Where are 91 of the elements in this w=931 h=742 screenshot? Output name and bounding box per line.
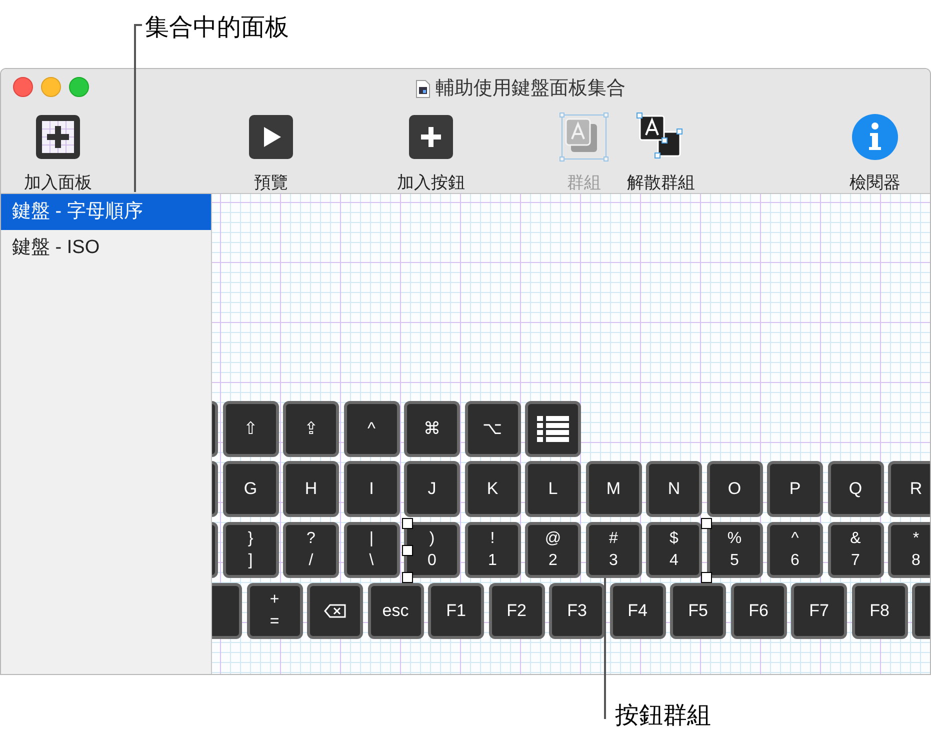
key-top-label: ): [429, 529, 435, 549]
toolbar-button[interactable]: 檢閱器: [835, 111, 915, 193]
key[interactable]: H: [283, 461, 339, 517]
key[interactable]: # 3: [586, 522, 642, 578]
toolbar-button[interactable]: 解散群組: [626, 111, 696, 193]
key[interactable]: [525, 401, 581, 457]
key[interactable]: Q: [828, 461, 884, 517]
key[interactable]: O: [706, 461, 762, 517]
key[interactable]: F3: [549, 583, 605, 639]
key[interactable]: $ 4: [646, 522, 702, 578]
sidebar-item[interactable]: 鍵盤 - 字母順序: [1, 194, 211, 230]
selection-handle[interactable]: [701, 572, 712, 583]
key-bottom-label: ]: [248, 551, 253, 571]
key-top-label: !: [490, 529, 495, 549]
key[interactable]: ! 1: [464, 522, 520, 578]
key-top-label: @: [544, 529, 562, 549]
key-bottom-label: 3: [609, 551, 618, 571]
sidebar-item[interactable]: 鍵盤 - ISO: [1, 230, 211, 266]
callout-label: 按鈕群組: [615, 701, 711, 731]
info-icon: [851, 113, 899, 161]
window-title: 輔助使用鍵盤面板集合: [436, 76, 626, 101]
delete-icon: [324, 604, 346, 618]
group-icon: [559, 112, 609, 162]
key-bottom-label: =: [270, 612, 280, 632]
key[interactable]: F5: [670, 583, 726, 639]
key[interactable]: [307, 583, 363, 639]
key[interactable]: esc: [368, 583, 424, 639]
toolbar-button[interactable]: 預覽: [231, 111, 311, 193]
key[interactable]: * 8: [888, 522, 930, 578]
key[interactable]: J: [404, 461, 460, 517]
key[interactable]: + =: [246, 583, 302, 639]
key[interactable]: & 7: [828, 522, 884, 578]
key[interactable]: L: [525, 461, 581, 517]
key-bottom-label: 5: [730, 551, 739, 571]
plus-icon: [408, 114, 454, 160]
add-panel-icon: [35, 114, 81, 160]
key-top-label: |: [369, 529, 374, 549]
key-bottom-label: \: [369, 551, 374, 571]
key-bottom-label: 2: [548, 551, 558, 571]
key[interactable]: F6: [730, 583, 786, 639]
key[interactable]: I: [344, 461, 400, 517]
toolbar-button[interactable]: 加入按鈕: [391, 111, 471, 193]
key[interactable]: % 5: [706, 522, 762, 578]
key-top-label: }: [248, 529, 254, 549]
key[interactable]: F4: [610, 583, 666, 639]
key-bottom-label: 0: [428, 551, 436, 571]
key-top-label: $: [670, 529, 678, 549]
key[interactable]: ⇧: [222, 401, 278, 457]
key[interactable]: M: [586, 461, 642, 517]
key[interactable]: R: [888, 461, 930, 517]
play-icon: [248, 114, 294, 160]
key[interactable]: ^: [344, 401, 400, 457]
key-bottom-label: 7: [851, 551, 860, 571]
selection-handle[interactable]: [701, 518, 712, 529]
key[interactable]: ^ 6: [767, 522, 823, 578]
key-top-label: ?: [306, 529, 316, 549]
key-bottom-label: 1: [488, 551, 497, 571]
selection-handle[interactable]: [402, 545, 413, 556]
key-top-label: #: [609, 529, 618, 549]
key-top-label: *: [912, 529, 920, 549]
key-bottom-label: /: [308, 551, 314, 571]
close-button[interactable]: [13, 77, 33, 97]
key-bottom-label: 8: [912, 551, 920, 571]
key[interactable]: ⇪: [283, 401, 339, 457]
key[interactable]: P: [767, 461, 823, 517]
key-top-label: +: [270, 590, 280, 610]
key[interactable]: F8: [852, 583, 908, 639]
key-top-label: &: [850, 529, 861, 549]
key[interactable]: N: [646, 461, 702, 517]
key[interactable]: F7: [791, 583, 847, 639]
key[interactable]: G: [222, 461, 278, 517]
key[interactable]: ) 0: [404, 522, 460, 578]
key[interactable]: | \: [344, 522, 400, 578]
key-top-label: %: [727, 529, 742, 549]
key[interactable]: K: [464, 461, 520, 517]
key[interactable]: @ 2: [525, 522, 581, 578]
selection-handle[interactable]: [402, 518, 413, 529]
key[interactable]: } ]: [222, 522, 278, 578]
key-bottom-label: 4: [670, 551, 678, 571]
key[interactable]: ⌘: [404, 401, 460, 457]
toolbar-button[interactable]: 加入面板: [18, 111, 98, 193]
key[interactable]: ? /: [283, 522, 339, 578]
key[interactable]: ⌥: [464, 401, 520, 457]
key-bottom-label: 6: [790, 551, 800, 571]
key-top-label: ^: [791, 529, 799, 549]
list-icon: [537, 415, 569, 443]
document-icon: [416, 80, 430, 98]
selection-handle[interactable]: [402, 572, 413, 583]
key[interactable]: F2: [488, 583, 544, 639]
callout-label: 集合中的面板: [145, 13, 289, 43]
key[interactable]: F1: [428, 583, 484, 639]
